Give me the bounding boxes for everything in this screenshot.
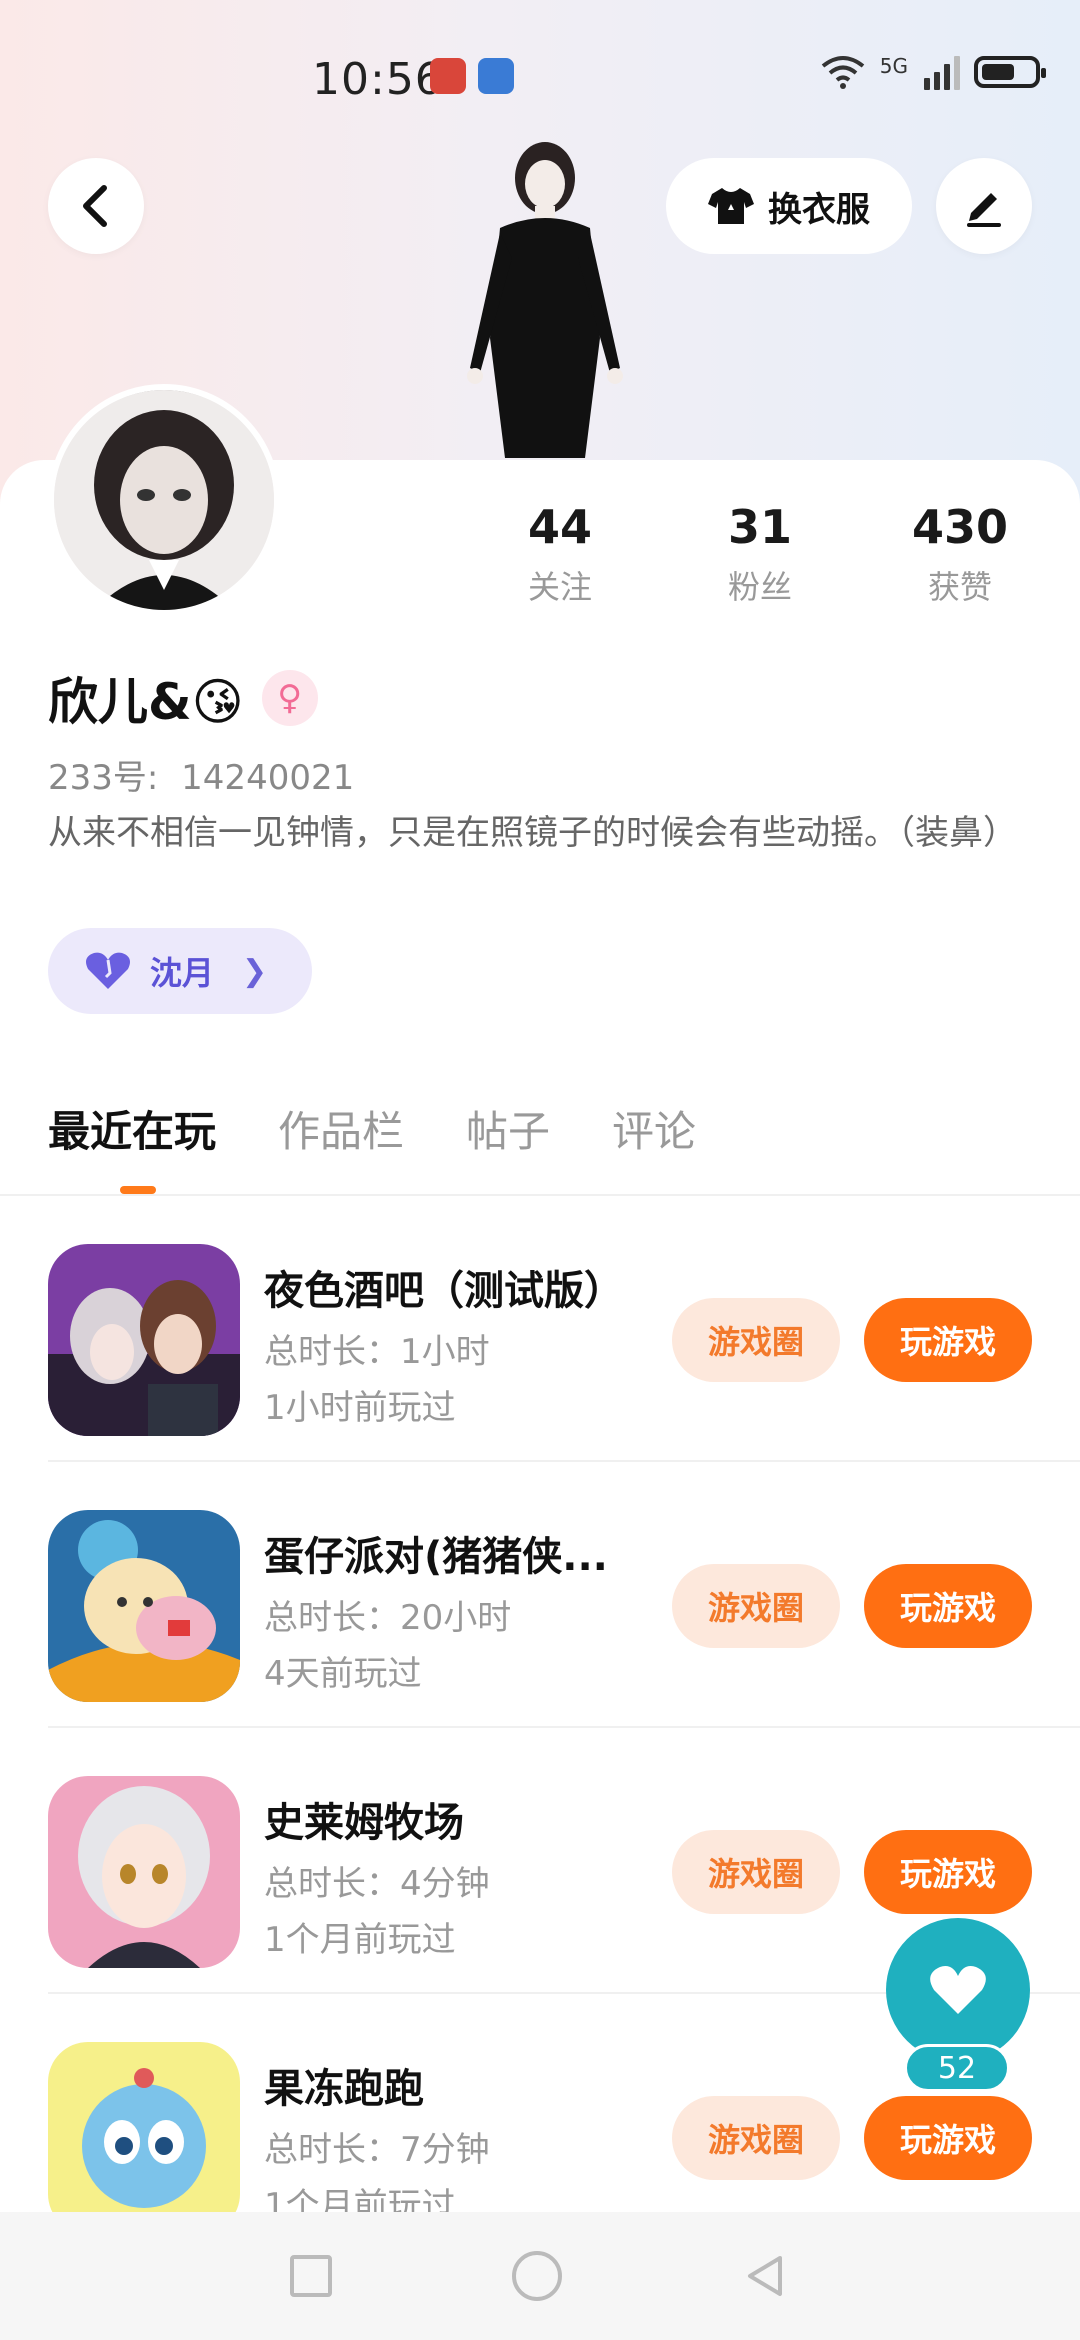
game-duration: 总时长：1小时 xyxy=(264,1332,490,1372)
name-row: 欣儿&😘 ♀ xyxy=(48,662,318,734)
game-last-played: 1个月前玩过 xyxy=(264,1920,456,1960)
game-circle-button[interactable]: 游戏圈 xyxy=(672,1830,840,1914)
tab-recently-played[interactable]: 最近在玩 xyxy=(48,1098,216,1159)
heart-icon xyxy=(930,1966,986,2014)
tab-posts[interactable]: 帖子 xyxy=(466,1098,550,1159)
like-count-badge: 52 xyxy=(904,2044,1010,2092)
game-circle-button[interactable]: 游戏圈 xyxy=(672,1564,840,1648)
game-title: 夜色酒吧（测试版） xyxy=(264,1268,624,1314)
game-title: 蛋仔派对(猪猪侠... xyxy=(264,1534,608,1580)
avatar-image xyxy=(54,390,274,610)
change-outfit-label: 换衣服 xyxy=(768,189,870,230)
partner-chip[interactable]: 沈月 ❯ xyxy=(48,928,312,1014)
game-circle-button[interactable]: 游戏圈 xyxy=(672,2096,840,2180)
edit-profile-button[interactable] xyxy=(936,158,1032,254)
tab-comments[interactable]: 评论 xyxy=(612,1098,696,1159)
user-id-value: 14240021 xyxy=(181,758,355,798)
game-last-played: 4天前玩过 xyxy=(264,1654,422,1694)
list-item[interactable]: 夜色酒吧（测试版） 总时长：1小时 1小时前玩过 游戏圈 玩游戏 xyxy=(0,1196,1080,1462)
slime-ranch-game-icon xyxy=(48,1776,240,1968)
wifi-icon xyxy=(821,56,865,89)
game-duration: 总时长：7分钟 xyxy=(264,2130,490,2170)
game-last-played: 1小时前玩过 xyxy=(264,1388,456,1428)
play-game-button[interactable]: 玩游戏 xyxy=(864,1830,1032,1914)
stat-value: 430 xyxy=(911,500,1009,554)
heart-icon xyxy=(86,952,130,989)
night-bar-game-icon xyxy=(48,1244,240,1436)
eggy-party-game-icon xyxy=(48,1510,240,1702)
user-id-label: 233号: xyxy=(48,758,159,798)
notification-app-icon xyxy=(430,58,466,94)
tshirt-icon xyxy=(708,188,754,224)
partner-name: 沈月 xyxy=(150,954,215,992)
back-button[interactable] xyxy=(48,158,144,254)
stat-label: 获赞 xyxy=(927,568,992,606)
avatar-character-figure xyxy=(467,142,623,458)
chevron-right-icon: ❯ xyxy=(242,953,268,989)
avatar[interactable] xyxy=(48,384,280,616)
list-item[interactable]: 蛋仔派对(猪猪侠... 总时长：20小时 4天前玩过 游戏圈 玩游戏 xyxy=(0,1462,1080,1728)
play-game-button[interactable]: 玩游戏 xyxy=(864,1298,1032,1382)
chevron-left-icon xyxy=(83,185,107,227)
user-name: 欣儿&😘 xyxy=(48,673,244,731)
tab-works[interactable]: 作品栏 xyxy=(278,1098,404,1159)
jelly-run-game-icon xyxy=(48,2042,240,2234)
game-title: 史莱姆牧场 xyxy=(264,1800,464,1846)
game-title: 果冻跑跑 xyxy=(264,2066,424,2112)
like-button[interactable] xyxy=(886,1918,1030,2062)
active-tab-indicator xyxy=(120,1186,156,1194)
status-bar: 10:56 5G xyxy=(0,40,1080,120)
battery-icon xyxy=(974,56,1046,88)
change-outfit-button[interactable]: 换衣服 xyxy=(666,158,912,254)
system-navigation-bar xyxy=(0,2212,1080,2340)
recent-games-list: 夜色酒吧（测试版） 总时长：1小时 1小时前玩过 游戏圈 玩游戏 蛋仔派对(猪猪… xyxy=(0,1196,1080,2260)
profile-stats: 44 关注 31 粉丝 430 获赞 xyxy=(480,500,1040,608)
profile-tabs: 最近在玩 作品栏 帖子 评论 xyxy=(48,1098,696,1159)
stat-followers[interactable]: 31 粉丝 xyxy=(680,500,840,608)
stat-value: 44 xyxy=(527,500,592,554)
stat-value: 31 xyxy=(727,500,792,554)
stat-following[interactable]: 44 关注 xyxy=(480,500,640,608)
user-id: 233号: 14240021 xyxy=(48,750,354,799)
stat-label: 关注 xyxy=(527,568,592,606)
signal-icon xyxy=(924,54,960,90)
recent-apps-button[interactable] xyxy=(290,2255,332,2297)
play-game-button[interactable]: 玩游戏 xyxy=(864,2096,1032,2180)
notification-app-icon xyxy=(478,58,514,94)
status-time: 10:56 xyxy=(312,54,444,105)
play-game-button[interactable]: 玩游戏 xyxy=(864,1564,1032,1648)
female-icon: ♀ xyxy=(261,670,318,726)
stat-label: 粉丝 xyxy=(727,568,792,606)
system-back-button[interactable] xyxy=(742,2252,790,2300)
game-circle-button[interactable]: 游戏圈 xyxy=(672,1298,840,1382)
status-indicators: 5G xyxy=(820,54,1046,90)
user-bio: 从来不相信一见钟情，只是在照镜子的时候会有些动摇。（装鼻） xyxy=(48,813,1017,853)
stat-likes[interactable]: 430 获赞 xyxy=(880,500,1040,608)
network-type-label: 5G xyxy=(879,54,908,78)
game-duration: 总时长：20小时 xyxy=(264,1598,512,1638)
pen-icon xyxy=(967,193,1001,227)
game-duration: 总时长：4分钟 xyxy=(264,1864,490,1904)
home-button[interactable] xyxy=(512,2251,562,2301)
